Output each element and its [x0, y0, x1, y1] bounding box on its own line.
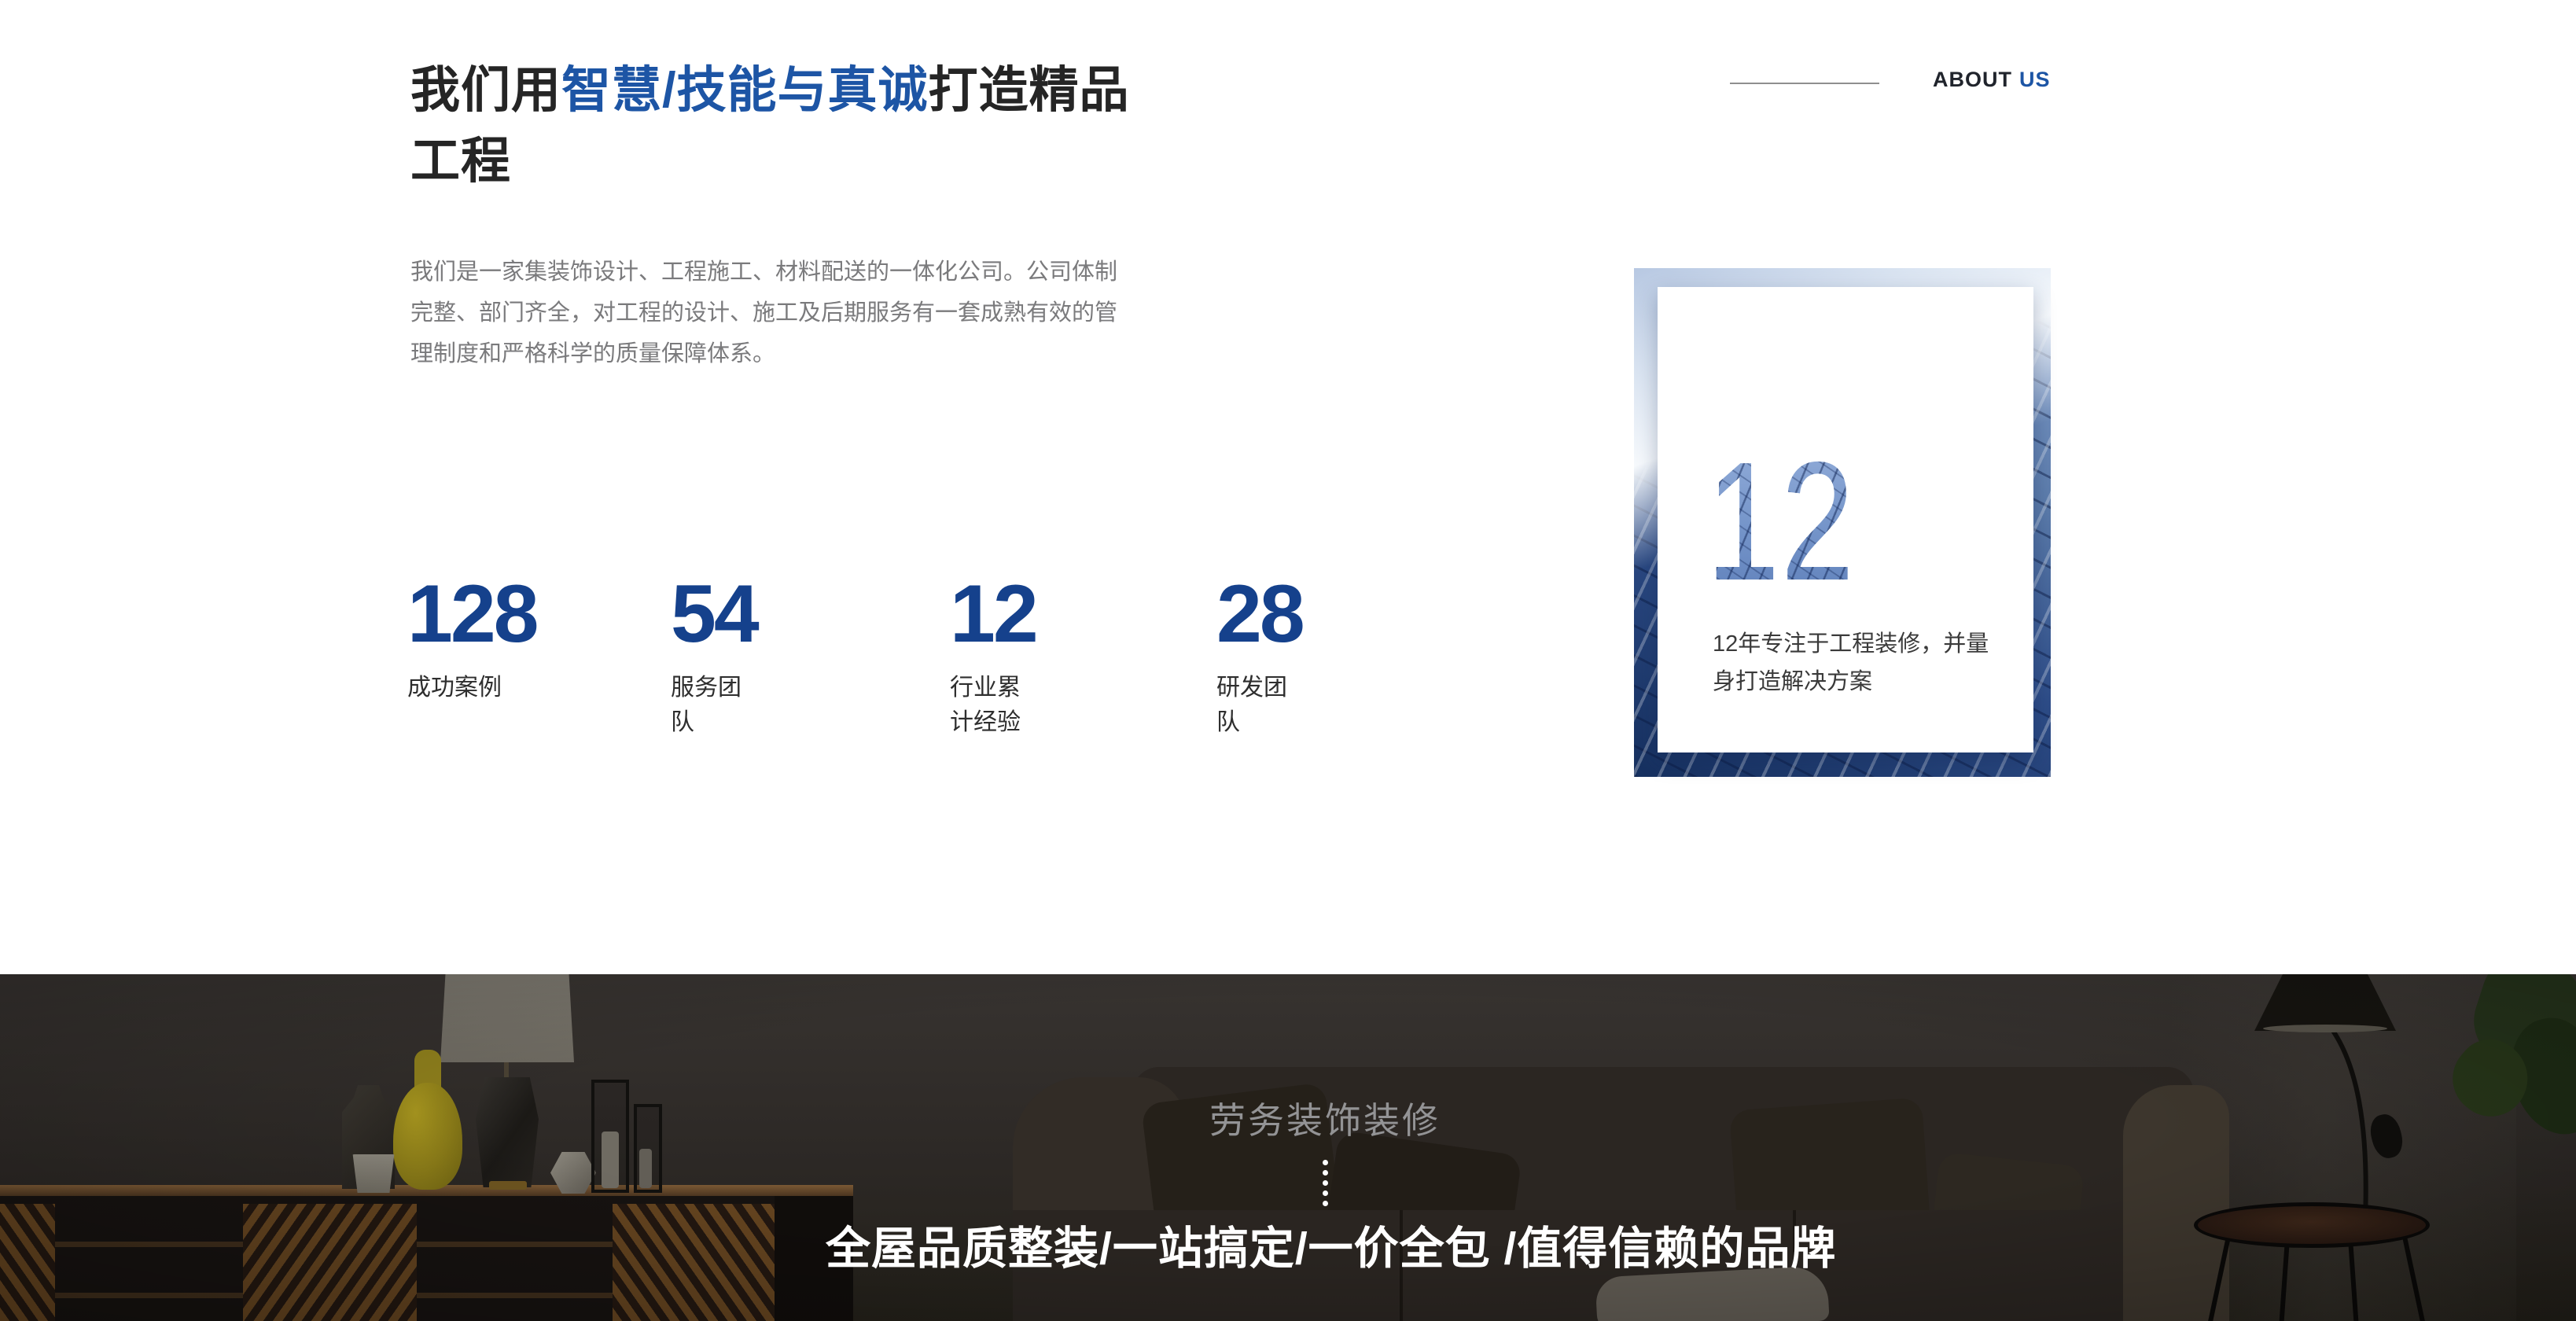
section-heading: 我们用智慧/技能与真诚打造精品工程	[410, 55, 1157, 197]
stat-industry-experience: 12 行业累计经验	[950, 578, 1036, 737]
stat-label: 研发团队	[1216, 668, 1303, 737]
dot-icon	[1323, 1170, 1328, 1176]
tag-word-us: US	[2019, 68, 2051, 91]
years-caption: 12年专注于工程装修，并量身打造解决方案	[1713, 625, 2004, 701]
years-big-number: 12	[1706, 436, 1856, 605]
stat-label: 服务团队	[671, 668, 757, 737]
dot-icon	[1323, 1160, 1328, 1165]
company-description: 我们是一家集装饰设计、工程施工、材料配送的一体化公司。公司体制完整、部门齐全，对…	[410, 252, 1130, 374]
hero-banner: 劳务装饰装修 全屋品质整装/一站搞定/一价全包 /值得信赖的品牌	[0, 974, 2576, 1321]
stat-rd-team: 28 研发团队	[1216, 578, 1303, 737]
heading-part1: 我们用	[410, 63, 561, 118]
hero-slide-title: 劳务装饰装修	[1209, 1092, 1441, 1144]
dot-icon	[1323, 1180, 1328, 1186]
photo-inner-card: 12 12年专注于工程装修，并量身打造解决方案	[1658, 287, 2033, 752]
stat-value: 54	[671, 578, 757, 650]
stat-label: 成功案例	[407, 668, 537, 702]
hero-headline: 全屋品质整装/一站搞定/一价全包 /值得信赖的品牌	[826, 1220, 1836, 1278]
stat-value: 12	[950, 578, 1036, 650]
stat-success-cases: 128 成功案例	[407, 578, 537, 702]
heading-highlight: 智慧/技能与真诚	[561, 63, 929, 118]
tag-divider-line	[1730, 83, 1879, 84]
dot-icon	[1323, 1190, 1328, 1196]
page: 我们用智慧/技能与真诚打造精品工程 我们是一家集装饰设计、工程施工、材料配送的一…	[0, 0, 2576, 1321]
dotted-divider	[1323, 1160, 1329, 1211]
stat-service-team: 54 服务团队	[671, 578, 757, 737]
about-section: 我们用智慧/技能与真诚打造精品工程 我们是一家集装饰设计、工程施工、材料配送的一…	[0, 0, 2576, 974]
dot-icon	[1323, 1201, 1328, 1206]
stat-label: 行业累计经验	[950, 668, 1036, 737]
stat-value: 128	[407, 578, 537, 650]
stat-value: 28	[1216, 578, 1303, 650]
tag-word-about: ABOUT	[1933, 68, 2012, 91]
building-photo-card: 12 12年专注于工程装修，并量身打造解决方案	[1634, 268, 2051, 777]
tag-text: ABOUT US	[1933, 68, 2051, 92]
